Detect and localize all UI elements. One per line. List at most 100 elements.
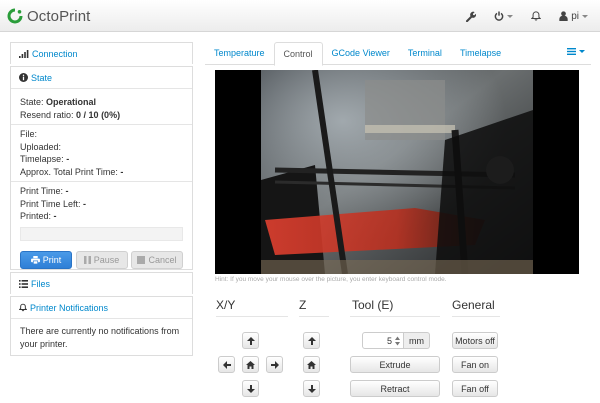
printed-row: Printed: - <box>20 210 183 223</box>
tab-timelapse[interactable]: Timelapse <box>451 42 510 65</box>
files-header[interactable]: Files <box>11 273 192 295</box>
retract-button[interactable]: Retract <box>350 380 440 397</box>
z-title: Z <box>299 298 307 312</box>
brand-name: OctoPrint <box>27 7 91 25</box>
navbar: OctoPrint pi <box>0 0 600 32</box>
general-title: General <box>452 298 495 312</box>
notifications-panel: Printer Notifications There are currentl… <box>10 296 193 356</box>
username: pi <box>571 10 579 22</box>
tab-gcode-viewer[interactable]: GCode Viewer <box>323 42 399 65</box>
arrow-down-icon <box>307 384 316 393</box>
arrow-up-icon <box>307 336 316 345</box>
divider <box>350 316 440 317</box>
divider <box>11 181 192 182</box>
settings-button[interactable] <box>456 0 485 32</box>
connection-label: Connection <box>32 49 78 59</box>
jog-x-minus-button[interactable] <box>218 356 235 373</box>
state-row: State: Operational <box>20 96 183 109</box>
divider <box>216 316 288 317</box>
brand[interactable]: OctoPrint <box>7 5 90 27</box>
notifications-header[interactable]: Printer Notifications <box>11 297 192 319</box>
fan-on-button[interactable]: Fan on <box>452 356 498 373</box>
connection-header[interactable]: Connection <box>11 43 192 65</box>
jog-z-plus-button[interactable] <box>303 332 320 349</box>
menu-icon <box>567 48 576 55</box>
signal-icon <box>19 50 29 58</box>
tab-terminal[interactable]: Terminal <box>399 42 451 65</box>
divider <box>11 124 192 125</box>
user-icon <box>559 11 568 21</box>
pause-icon <box>83 255 91 264</box>
webcam-stream[interactable] <box>215 70 579 274</box>
state-header[interactable]: State <box>11 67 192 89</box>
pause-button-label: Pause <box>93 254 120 265</box>
chevron-down-icon <box>507 14 514 18</box>
home-z-button[interactable] <box>303 356 320 373</box>
print-time-label: Print Time: <box>20 186 64 196</box>
approx-time-label: Approx. Total Print Time: <box>20 166 118 177</box>
info-icon <box>19 73 28 82</box>
notifications-button[interactable] <box>522 0 550 32</box>
cancel-button[interactable]: Cancel <box>131 250 183 269</box>
spinner-arrows-icon[interactable] <box>395 336 400 346</box>
print-progress-bar <box>20 226 183 241</box>
extrude-amount-value: 5 <box>386 335 392 346</box>
chevron-down-icon <box>582 14 588 18</box>
timelapse-row: Timelapse: - <box>20 153 183 166</box>
stop-icon <box>137 255 146 264</box>
printed-value: - <box>53 211 57 221</box>
jog-x-plus-button[interactable] <box>266 356 283 373</box>
power-icon <box>494 11 504 21</box>
state-panel: State State: Operational Resend ratio: 0… <box>10 66 193 270</box>
extrude-amount-input[interactable]: 5 <box>362 332 404 349</box>
user-menu-button[interactable]: pi <box>550 0 600 32</box>
fan-off-button[interactable]: Fan off <box>452 380 498 397</box>
motors-off-button[interactable]: Motors off <box>452 332 498 349</box>
print-time-row: Print Time: - <box>20 185 183 198</box>
arrow-down-icon <box>246 384 255 393</box>
print-time-value: - <box>65 186 69 196</box>
approx-time-row: Approx. Total Print Time: - <box>20 166 183 179</box>
uploaded-row: Uploaded: <box>20 141 183 154</box>
resend-label: Resend ratio: <box>20 109 74 120</box>
print-button[interactable]: Print <box>20 250 72 269</box>
extrude-button[interactable]: Extrude <box>350 356 440 373</box>
bell-icon <box>531 11 542 21</box>
arrow-up-icon <box>246 336 255 345</box>
system-menu-button[interactable] <box>485 0 522 32</box>
files-label: Files <box>31 279 51 289</box>
connection-panel: Connection <box>10 42 193 65</box>
jog-y-plus-button[interactable] <box>242 332 259 349</box>
pause-button[interactable]: Pause <box>75 250 128 269</box>
webcam-hint: Hint: If you move your mouse over the pi… <box>215 276 447 283</box>
time-left-value: - <box>83 198 87 209</box>
jog-y-minus-button[interactable] <box>242 380 259 397</box>
tab-overflow-menu[interactable] <box>567 48 585 55</box>
printed-label: Printed: <box>20 211 52 221</box>
timelapse-label: Timelapse: <box>20 154 64 164</box>
printer-icon <box>30 255 40 264</box>
time-left-label: Print Time Left: <box>20 198 81 209</box>
home-icon <box>307 360 316 369</box>
state-label: State <box>31 72 53 83</box>
list-icon <box>19 280 28 288</box>
notifications-message: There are currently no notifications fro… <box>20 326 180 349</box>
jog-z-minus-button[interactable] <box>303 380 320 397</box>
resend-value: 0 / 10 (0%) <box>76 109 121 120</box>
state-value: Operational <box>46 97 97 107</box>
tab-control[interactable]: Control <box>273 42 323 66</box>
time-left-row: Print Time Left: - <box>20 198 183 211</box>
timelapse-value: - <box>66 154 70 164</box>
home-xy-button[interactable] <box>242 356 259 373</box>
print-button-label: Print <box>42 254 62 265</box>
tab-temperature[interactable]: Temperature <box>205 42 274 65</box>
chevron-down-icon <box>579 50 585 53</box>
wrench-icon <box>466 11 477 22</box>
tool-title: Tool (E) <box>352 298 394 312</box>
octoprint-logo-icon <box>7 8 23 24</box>
arrow-left-icon <box>222 360 231 369</box>
file-row: File: <box>20 128 183 141</box>
approx-time-value: - <box>120 166 124 177</box>
state-label-text: State: <box>20 97 44 107</box>
tab-bar: Temperature Control GCode Viewer Termina… <box>205 42 591 66</box>
